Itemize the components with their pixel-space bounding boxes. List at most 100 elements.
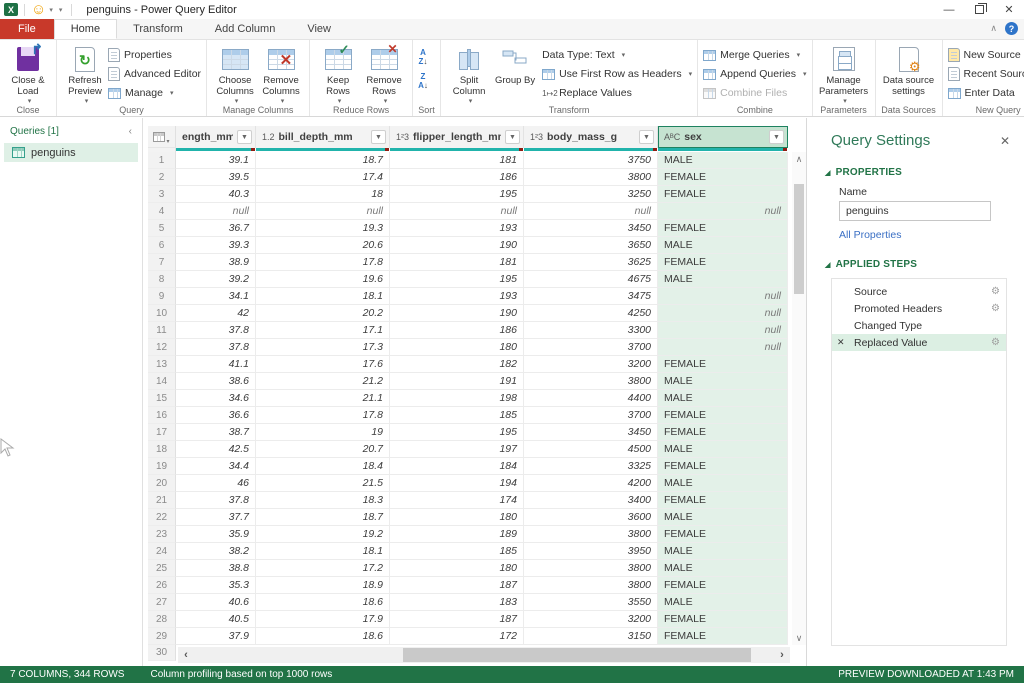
grid-cell[interactable]: 39.2 [176,271,256,288]
grid-cell[interactable]: 18.7 [256,152,390,169]
horizontal-scrollbar[interactable]: ‹ › [178,647,790,663]
delete-step-icon[interactable]: ✕ [837,337,845,348]
grid-cell[interactable]: FEMALE [658,407,788,424]
row-number[interactable]: 12 [148,339,176,356]
sort-descending-button[interactable]: Z A↓ [418,72,428,90]
grid-cell[interactable]: 181 [390,152,524,169]
row-number[interactable]: 27 [148,594,176,611]
grid-cell[interactable]: 183 [390,594,524,611]
tab-transform[interactable]: Transform [117,19,199,39]
tab-view[interactable]: View [291,19,347,39]
vertical-scroll-thumb[interactable] [794,184,804,294]
collapse-pane-icon[interactable]: ‹ [129,126,132,137]
help-icon[interactable]: ? [1005,22,1018,35]
grid-cell[interactable]: MALE [658,560,788,577]
row-number[interactable]: 22 [148,509,176,526]
row-number[interactable]: 9 [148,288,176,305]
grid-cell[interactable]: 3600 [524,509,658,526]
manage-parameters-button[interactable]: Manage Parameters [818,43,870,106]
grid-cell[interactable]: 3700 [524,339,658,356]
grid-cell[interactable]: 38.8 [176,560,256,577]
grid-cell[interactable]: 191 [390,373,524,390]
close-and-load-button[interactable]: Close & Load [5,41,51,106]
row-number[interactable]: 8 [148,271,176,288]
grid-cell[interactable]: 38.7 [176,424,256,441]
grid-cell[interactable]: 34.4 [176,458,256,475]
grid-cell[interactable]: MALE [658,543,788,560]
append-queries-button[interactable]: Append Queries [703,65,806,83]
grid-cell[interactable]: 4250 [524,305,658,322]
grid-cell[interactable]: 18.4 [256,458,390,475]
remove-rows-button[interactable]: ✕ Remove Rows [361,43,407,106]
feedback-smiley-icon[interactable]: ☺ [31,2,46,17]
row-number[interactable]: 25 [148,560,176,577]
grid-cell[interactable]: 194 [390,475,524,492]
grid-cell[interactable]: 42 [176,305,256,322]
grid-cell[interactable]: 18.1 [256,543,390,560]
choose-columns-button[interactable]: Choose Columns [212,43,258,106]
grid-cell[interactable]: 3650 [524,237,658,254]
grid-cell[interactable]: 34.1 [176,288,256,305]
grid-cell[interactable]: 3800 [524,526,658,543]
grid-cell[interactable]: 18.1 [256,288,390,305]
row-number[interactable]: 11 [148,322,176,339]
keep-rows-button[interactable]: ✓ Keep Rows [315,43,361,106]
column-type-icon[interactable]: 1²3 [530,132,543,142]
column-header-body_mass_g[interactable]: 1²3 body_mass_g ▼ [524,126,658,148]
grid-cell[interactable]: null [658,203,788,220]
grid-cell[interactable]: 180 [390,560,524,577]
grid-cell[interactable]: 21.5 [256,475,390,492]
grid-cell[interactable]: 198 [390,390,524,407]
manage-button[interactable]: Manage [108,84,201,102]
grid-cell[interactable]: 46 [176,475,256,492]
filter-dropdown-icon[interactable]: ▼ [639,130,654,144]
applied-step-promoted-headers[interactable]: Promoted Headers ⚙ [832,300,1006,317]
grid-cell[interactable]: 40.6 [176,594,256,611]
grid-cell[interactable]: 41.1 [176,356,256,373]
grid-cell[interactable]: null [658,288,788,305]
grid-cell[interactable]: MALE [658,373,788,390]
grid-cell[interactable]: 3700 [524,407,658,424]
grid-cell[interactable]: MALE [658,441,788,458]
grid-cell[interactable]: 184 [390,458,524,475]
grid-cell[interactable]: 3625 [524,254,658,271]
grid-cell[interactable]: 17.8 [256,407,390,424]
scroll-up-icon[interactable]: ∧ [792,152,806,166]
all-properties-link[interactable]: All Properties [807,221,1024,241]
grid-cell[interactable]: 39.5 [176,169,256,186]
grid-cell[interactable]: 187 [390,577,524,594]
grid-cell[interactable]: 172 [390,628,524,645]
applied-step-source[interactable]: Source ⚙ [832,283,1006,300]
applied-step-replaced-value[interactable]: ✕ Replaced Value ⚙ [832,334,1006,351]
grid-cell[interactable]: FEMALE [658,492,788,509]
column-header-flipper_length_mm[interactable]: 1²3 flipper_length_mm ▼ [390,126,524,148]
grid-cell[interactable]: 20.6 [256,237,390,254]
restore-button[interactable] [964,0,994,19]
query-list-item-penguins[interactable]: penguins [4,143,138,162]
grid-cell[interactable]: 40.5 [176,611,256,628]
grid-cell[interactable]: 3800 [524,373,658,390]
collapse-triangle-icon[interactable]: ◢ [825,261,831,269]
remove-columns-button[interactable]: ✕ Remove Columns [258,43,304,106]
column-header-bill_depth_mm[interactable]: 1.2 bill_depth_mm ▼ [256,126,390,148]
grid-cell[interactable]: 3800 [524,577,658,594]
grid-cell[interactable]: MALE [658,271,788,288]
data-source-settings-button[interactable]: Data source settings [881,43,937,98]
grid-cell[interactable]: FEMALE [658,458,788,475]
grid-cell[interactable]: 190 [390,237,524,254]
grid-cell[interactable]: 36.7 [176,220,256,237]
grid-cell[interactable]: 18.7 [256,509,390,526]
row-number[interactable]: 29 [148,628,176,645]
column-type-icon[interactable]: 1²3 [396,132,409,142]
row-number[interactable]: 7 [148,254,176,271]
grid-cell[interactable]: 3800 [524,169,658,186]
select-all-cell[interactable]: ▾ [148,126,176,148]
grid-cell[interactable]: 3950 [524,543,658,560]
collapse-triangle-icon[interactable]: ◢ [825,169,831,177]
grid-cell[interactable]: FEMALE [658,169,788,186]
grid-cell[interactable]: 4500 [524,441,658,458]
grid-cell[interactable]: 40.3 [176,186,256,203]
grid-cell[interactable]: FEMALE [658,611,788,628]
grid-cell[interactable]: 36.6 [176,407,256,424]
row-number[interactable]: 18 [148,441,176,458]
